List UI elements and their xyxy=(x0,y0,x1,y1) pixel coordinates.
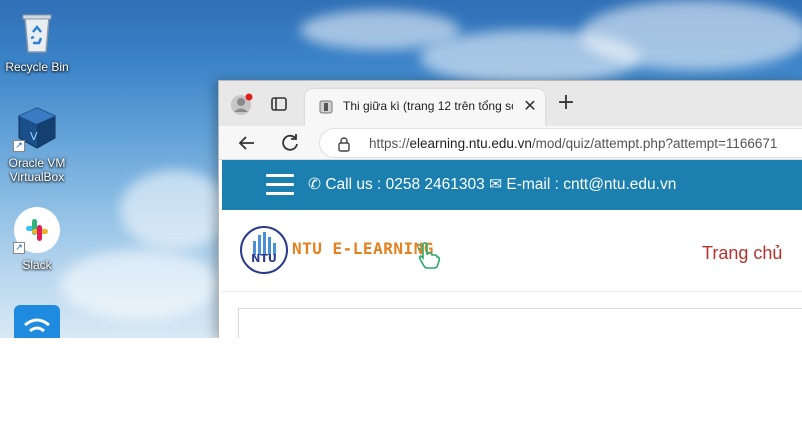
url-path: /mod/quiz/attempt.php?attempt=1166671 xyxy=(531,136,778,151)
wifi-app-icon xyxy=(14,305,60,338)
refresh-button[interactable] xyxy=(278,131,302,155)
navigation-bar: https://elearning.ntu.edu.vn/mod/quiz/at… xyxy=(219,126,802,160)
tab-quiz[interactable]: Thi giữa kì (trang 12 trên tổng số ✕ xyxy=(305,89,545,126)
url-scheme: https:// xyxy=(369,136,410,151)
content-card xyxy=(238,308,802,338)
back-arrow-icon xyxy=(238,136,254,150)
profile-icon xyxy=(231,93,253,115)
tab-title: Thi giữa kì (trang 12 trên tổng số xyxy=(343,99,513,113)
slack-icon: ↗ xyxy=(13,206,61,254)
desktop-icon-recycle-bin[interactable]: Recycle Bin xyxy=(0,8,74,74)
desktop-icon-label: Recycle Bin xyxy=(5,60,69,74)
email-text: E-mail : cntt@ntu.edu.vn xyxy=(506,176,677,193)
tab-bar: Thi giữa kì (trang 12 trên tổng số ✕ + xyxy=(219,81,802,126)
browser-window: Thi giữa kì (trang 12 trên tổng số ✕ + h… xyxy=(218,80,802,338)
virtualbox-icon: V ↗ xyxy=(13,104,61,152)
cloud xyxy=(580,0,802,70)
pointing-hand-icon xyxy=(417,242,441,269)
lock-icon xyxy=(338,137,350,152)
nav-home-link[interactable]: Trang chủ xyxy=(702,243,782,264)
address-bar[interactable]: https://elearning.ntu.edu.vn/mod/quiz/at… xyxy=(319,128,802,158)
contact-info: ✆ Call us : 0258 2461303 ✉ E-mail : cntt… xyxy=(308,175,676,194)
desktop-icon-virtualbox[interactable]: V ↗ Oracle VM VirtualBox xyxy=(0,104,74,184)
ntu-logo[interactable]: NTU xyxy=(239,225,289,275)
logo-mark: NTU xyxy=(251,252,277,265)
new-tab-button[interactable]: + xyxy=(555,92,577,115)
email-icon: ✉ xyxy=(489,176,503,193)
phone-text: Call us : 0258 2461303 xyxy=(325,176,485,193)
desktop-icon-label: Slack xyxy=(22,258,52,272)
back-button[interactable] xyxy=(235,131,259,155)
url-host: elearning.ntu.edu.vn xyxy=(409,136,532,151)
site-logo-text[interactable]: NTU E-LEARNING xyxy=(292,239,434,258)
hamburger-menu-icon[interactable] xyxy=(266,174,294,196)
profile-button[interactable] xyxy=(229,90,257,118)
refresh-icon xyxy=(282,134,298,151)
desktop: Recycle Bin V ↗ Oracle VM VirtualBox ↗ S… xyxy=(0,0,802,338)
cloud xyxy=(120,170,230,250)
tab-actions-icon xyxy=(271,97,287,111)
web-page: ✆ Call us : 0258 2461303 ✉ E-mail : cntt… xyxy=(219,160,802,338)
page-favicon-icon xyxy=(319,100,333,114)
desktop-icon-slack[interactable]: ↗ Slack xyxy=(0,206,74,272)
contact-bar: ✆ Call us : 0258 2461303 ✉ E-mail : cntt… xyxy=(222,160,802,210)
url-text: https://elearning.ntu.edu.vn/mod/quiz/at… xyxy=(369,136,777,151)
recycle-bin-icon xyxy=(13,8,61,56)
phone-icon: ✆ xyxy=(308,176,321,193)
site-header: NTU NTU E-LEARNING Trang chủ xyxy=(222,210,802,292)
desktop-icon-label: Oracle VM VirtualBox xyxy=(8,156,66,184)
cloud xyxy=(60,250,220,320)
svg-text:V: V xyxy=(30,130,38,143)
close-tab-icon[interactable]: ✕ xyxy=(522,98,538,114)
tab-actions-button[interactable] xyxy=(265,90,293,118)
shortcut-arrow-icon: ↗ xyxy=(13,140,25,152)
shortcut-arrow-icon: ↗ xyxy=(13,242,25,254)
desktop-icon-wifi-app[interactable] xyxy=(0,305,74,338)
